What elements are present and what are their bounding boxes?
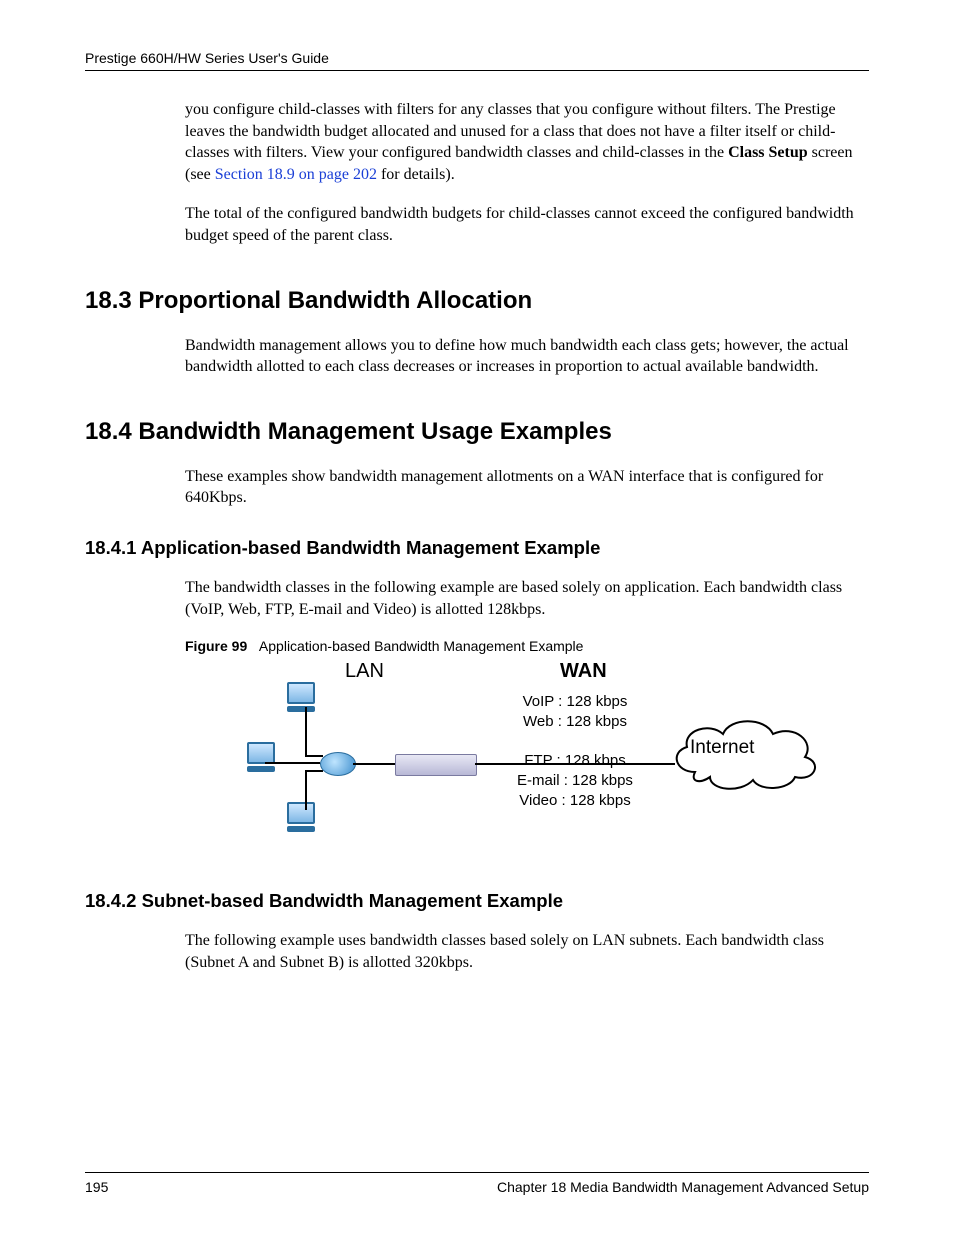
bw-item: VoIP : 128 kbps [505,692,645,712]
computer-icon [285,682,317,712]
figure-caption: Figure 99 Application-based Bandwidth Ma… [85,638,869,654]
figure-99: LAN WAN VoIP : 128 kbps Web : 128 kbps F… [85,662,869,862]
router-icon [395,754,477,776]
figure-title: Application-based Bandwidth Management E… [259,638,584,654]
line [305,770,307,810]
section-heading-18-4-2: 18.4.2 Subnet-based Bandwidth Management… [85,890,869,912]
bold-text: Class Setup [728,144,808,161]
bandwidth-list: VoIP : 128 kbps Web : 128 kbps FTP : 128… [505,692,645,811]
page-header: Prestige 660H/HW Series User's Guide [85,50,869,71]
text: for details). [377,166,455,183]
paragraph: The total of the configured bandwidth bu… [85,203,869,246]
paragraph: These examples show bandwidth management… [85,466,869,509]
computer-icon [245,742,277,772]
figure-number: Figure 99 [185,638,247,654]
lan-label: LAN [345,660,384,683]
section-heading-18-4-1: 18.4.1 Application-based Bandwidth Manag… [85,537,869,559]
hub-icon [320,752,356,776]
bw-item: FTP : 128 kbps [505,751,645,771]
line [305,707,307,755]
page-number: 195 [85,1179,108,1195]
section-heading-18-3: 18.3 Proportional Bandwidth Allocation [85,287,869,315]
line [265,762,320,764]
paragraph: you configure child-classes with filters… [85,99,869,185]
bw-item: Video : 128 kbps [505,791,645,811]
section-heading-18-4: 18.4 Bandwidth Management Usage Examples [85,418,869,446]
paragraph: The bandwidth classes in the following e… [85,577,869,620]
page-footer: 195 Chapter 18 Media Bandwidth Managemen… [85,1172,869,1195]
chapter-label: Chapter 18 Media Bandwidth Management Ad… [497,1179,869,1195]
paragraph: Bandwidth management allows you to defin… [85,335,869,378]
line [353,763,395,765]
cross-reference-link[interactable]: Section 18.9 on page 202 [215,166,377,183]
bw-item: Web : 128 kbps [505,712,645,732]
network-diagram: LAN WAN VoIP : 128 kbps Web : 128 kbps F… [265,662,865,862]
internet-label: Internet [690,737,754,759]
computer-icon [285,802,317,832]
bw-item: E-mail : 128 kbps [505,771,645,791]
line [305,755,323,757]
paragraph: The following example uses bandwidth cla… [85,930,869,973]
line [305,770,323,772]
header-title: Prestige 660H/HW Series User's Guide [85,50,329,66]
wan-label: WAN [560,660,607,683]
